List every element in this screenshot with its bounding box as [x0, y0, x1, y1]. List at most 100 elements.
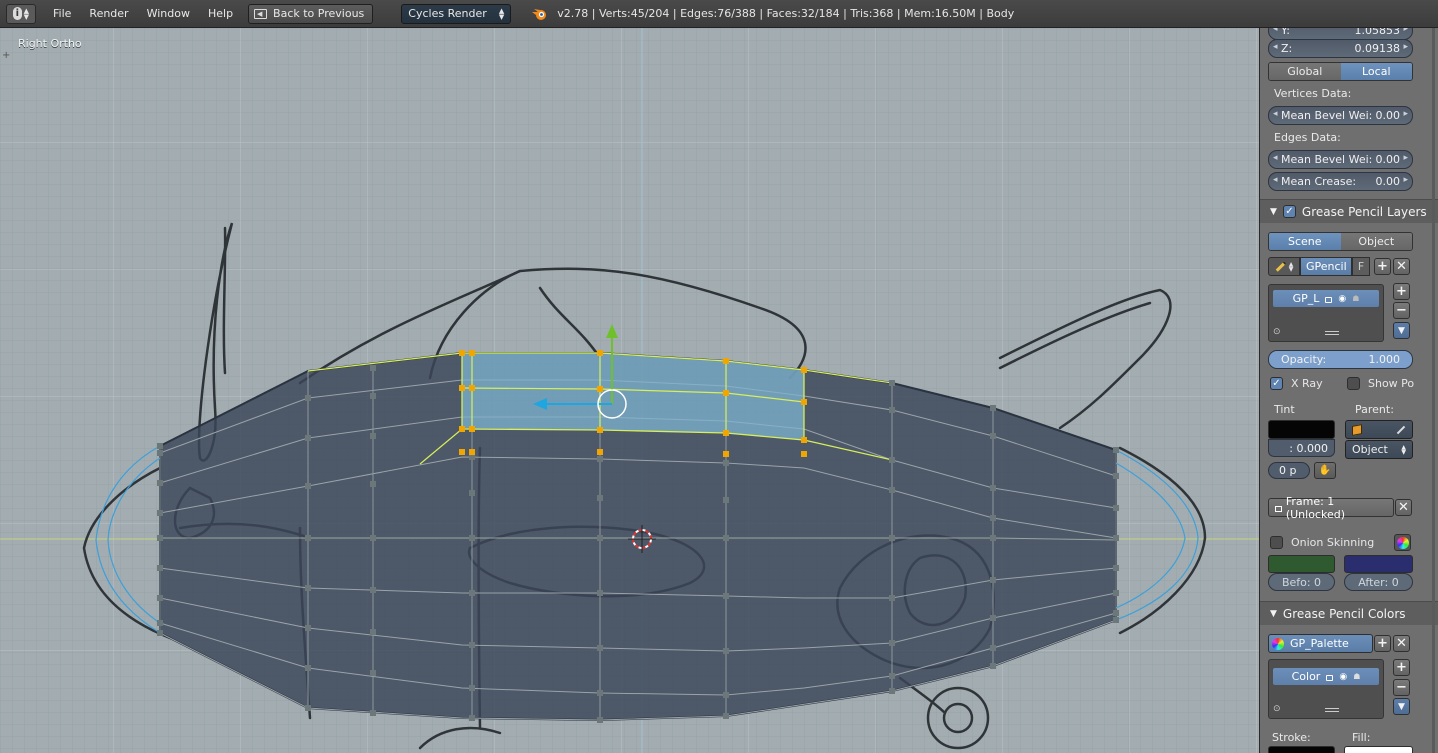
- vertex[interactable]: [723, 497, 729, 503]
- stroke-color-swatch[interactable]: [1268, 746, 1335, 753]
- vertex[interactable]: [370, 710, 376, 716]
- vertex[interactable]: [597, 590, 603, 596]
- vertex[interactable]: [990, 433, 996, 439]
- new-palette-plus-icon[interactable]: +: [1374, 635, 1391, 652]
- vertex[interactable]: [990, 615, 996, 621]
- vertex[interactable]: [370, 535, 376, 541]
- list-resize-handle-icon[interactable]: [1325, 708, 1339, 712]
- scene-button[interactable]: Scene: [1269, 233, 1341, 250]
- vertex[interactable]: [597, 495, 603, 501]
- unlink-gpencil-x-icon[interactable]: ✕: [1393, 258, 1410, 275]
- vertex[interactable]: [157, 510, 163, 516]
- selected-vertex[interactable]: [801, 399, 807, 405]
- vertex[interactable]: [469, 590, 475, 596]
- vertex[interactable]: [1113, 590, 1119, 596]
- vertex[interactable]: [723, 535, 729, 541]
- frame-status-button[interactable]: Frame: 1 (Unlocked): [1268, 495, 1394, 521]
- new-gpencil-plus-icon[interactable]: +: [1374, 258, 1391, 275]
- vertex[interactable]: [1113, 617, 1119, 623]
- add-layer-plus-icon[interactable]: +: [1393, 283, 1410, 300]
- fake-user-button[interactable]: F: [1352, 257, 1370, 276]
- vertex[interactable]: [723, 692, 729, 698]
- vertex[interactable]: [469, 535, 475, 541]
- selected-vertex[interactable]: [723, 390, 729, 396]
- vertex[interactable]: [305, 585, 311, 591]
- unlink-palette-x-icon[interactable]: ✕: [1393, 635, 1410, 652]
- vertex[interactable]: [723, 593, 729, 599]
- gpencil-name-field[interactable]: GPencil: [1300, 257, 1352, 276]
- vertex[interactable]: [889, 688, 895, 694]
- editor-type-button[interactable]: i ▲ ▼: [6, 3, 36, 24]
- vertex[interactable]: [1113, 473, 1119, 479]
- vertex[interactable]: [889, 407, 895, 413]
- selected-vertex[interactable]: [723, 430, 729, 436]
- object-button[interactable]: Object: [1340, 233, 1412, 250]
- onion-before-frames-field[interactable]: Befo: 0: [1268, 573, 1335, 591]
- selected-vertex[interactable]: [597, 449, 603, 455]
- vertex[interactable]: [597, 535, 603, 541]
- vertex[interactable]: [889, 673, 895, 679]
- parent-object-field[interactable]: [1345, 420, 1413, 439]
- vertex[interactable]: [370, 629, 376, 635]
- opacity-slider[interactable]: Opacity: 1.000: [1268, 350, 1413, 369]
- selected-vertex[interactable]: [801, 437, 807, 443]
- grease-pencil-layers-header[interactable]: ▼ ✓ Grease Pencil Layers: [1260, 199, 1438, 223]
- vertex[interactable]: [305, 395, 311, 401]
- eyedropper-icon[interactable]: [1396, 425, 1406, 434]
- palette-selector[interactable]: GP_Palette: [1268, 634, 1373, 653]
- menu-render[interactable]: Render: [80, 4, 137, 24]
- selected-vertex[interactable]: [469, 449, 475, 455]
- selected-vertex[interactable]: [597, 427, 603, 433]
- selected-vertex[interactable]: [597, 386, 603, 392]
- show-points-toggle[interactable]: Show Po: [1347, 377, 1414, 390]
- vertex[interactable]: [157, 630, 163, 636]
- menu-help[interactable]: Help: [199, 4, 242, 24]
- vertex[interactable]: [370, 481, 376, 487]
- vertex[interactable]: [990, 515, 996, 521]
- selected-vertex[interactable]: [723, 451, 729, 457]
- vertex[interactable]: [157, 443, 163, 449]
- vertex[interactable]: [723, 460, 729, 466]
- vertex[interactable]: [889, 380, 895, 386]
- vertex[interactable]: [990, 663, 996, 669]
- selected-vertex[interactable]: [469, 350, 475, 356]
- list-filter-icon[interactable]: ⊙: [1273, 704, 1281, 714]
- vertex[interactable]: [597, 690, 603, 696]
- gp-layer-item[interactable]: GP_L ◉ ☗: [1273, 290, 1379, 307]
- onion-skinning-toggle[interactable]: Onion Skinning: [1270, 536, 1374, 549]
- vertex[interactable]: [469, 715, 475, 721]
- edge-bevel-weight-field[interactable]: Mean Bevel Wei: 0.00: [1268, 150, 1413, 169]
- collapse-triangle-icon[interactable]: ▼: [1270, 609, 1277, 619]
- list-resize-handle-icon[interactable]: [1325, 331, 1339, 335]
- selected-vertex[interactable]: [597, 350, 603, 356]
- vertex[interactable]: [305, 435, 311, 441]
- vertex[interactable]: [723, 713, 729, 719]
- gp-color-list[interactable]: Color ◉ ☗ ⊙: [1268, 659, 1384, 719]
- vertex[interactable]: [157, 535, 163, 541]
- layer-specials-dropdown-icon[interactable]: ▼: [1393, 322, 1410, 339]
- vertex[interactable]: [469, 642, 475, 648]
- vertex[interactable]: [990, 577, 996, 583]
- vertex[interactable]: [597, 717, 603, 723]
- vertex[interactable]: [305, 625, 311, 631]
- selected-vertex[interactable]: [459, 449, 465, 455]
- vertex[interactable]: [157, 480, 163, 486]
- collapse-triangle-icon[interactable]: ▼: [1270, 207, 1277, 217]
- lock-icon[interactable]: [1326, 675, 1334, 681]
- vertex[interactable]: [370, 433, 376, 439]
- vertex[interactable]: [305, 535, 311, 541]
- vertex[interactable]: [157, 620, 163, 626]
- onion-color-wheel-icon[interactable]: [1394, 534, 1411, 551]
- selected-vertex[interactable]: [459, 385, 465, 391]
- delete-frame-x-icon[interactable]: ✕: [1395, 499, 1412, 516]
- color-specials-dropdown-icon[interactable]: ▼: [1393, 698, 1410, 715]
- gp-layer-list[interactable]: GP_L ◉ ☗ ⊙: [1268, 284, 1384, 342]
- vertex[interactable]: [1113, 447, 1119, 453]
- vertex[interactable]: [157, 450, 163, 456]
- show-points-checkbox[interactable]: [1347, 377, 1360, 390]
- local-button[interactable]: Local: [1340, 63, 1412, 80]
- panel-scrollbar[interactable]: [1432, 28, 1435, 753]
- gp-color-item[interactable]: Color ◉ ☗: [1273, 668, 1379, 685]
- selected-vertex[interactable]: [723, 358, 729, 364]
- vertex[interactable]: [370, 393, 376, 399]
